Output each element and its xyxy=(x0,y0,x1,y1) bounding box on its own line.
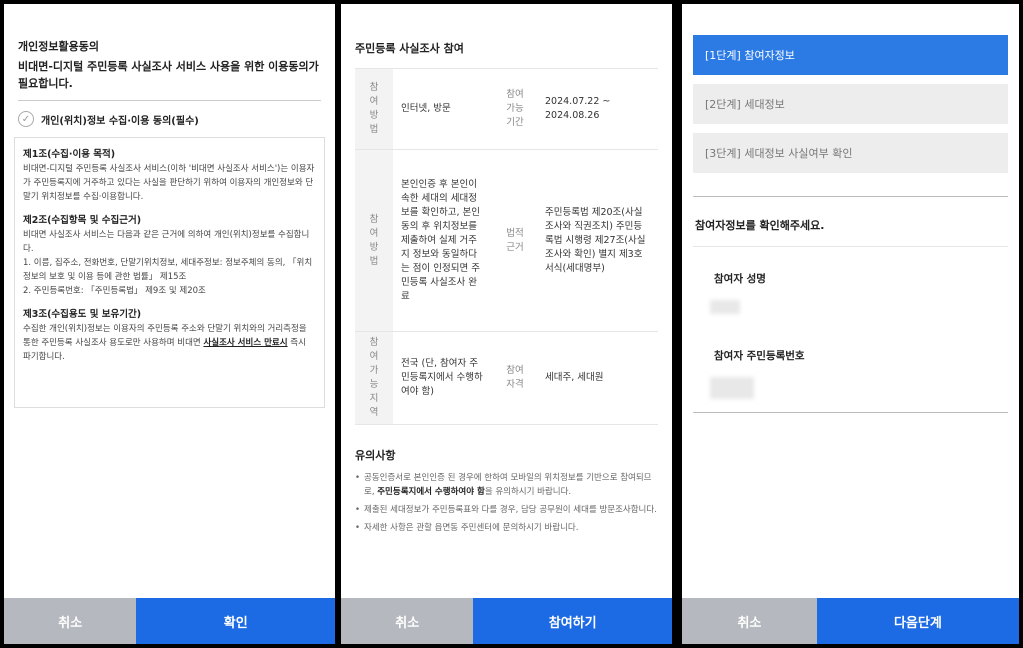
section-title: 제2조(수집항목 및 수집근거) xyxy=(23,215,142,226)
list-item: 제출된 세대정보가 주민등록표와 다를 경우, 담당 공무원이 세대를 방문조사… xyxy=(355,503,658,517)
page-title: 주민등록 사실조사 참여 xyxy=(355,42,464,55)
section-body: 수집한 개인(위치)정보는 이용자의 주민등록 주소와 단말기 위치와의 거리측… xyxy=(23,322,316,364)
participant-info-panel: [1단계] 참여자정보 [2단계] 세대정보 [3단계] 세대정보 사실여부 확… xyxy=(682,4,1019,644)
table-row: 참여방법 본인인증 후 본인이 속한 세대의 세대정보를 확인하고, 본인 동의… xyxy=(355,149,658,332)
confirm-button[interactable]: 확인 xyxy=(136,598,335,644)
table-row: 참여방법 인터넷, 방문 참여가능기간 2024.07.22 ~ 2024.08… xyxy=(355,68,658,150)
section-title: 제3조(수집용도 및 보유기간) xyxy=(23,309,142,320)
section-body: 1. 이름, 집주소, 전화번호, 단말기위치정보, 세대주정보: 정보주체의 … xyxy=(23,258,313,282)
bottom-bar: 취소 참여하기 xyxy=(341,598,672,644)
row-value: 인터넷, 방문 xyxy=(393,68,493,150)
consent-checkbox-row[interactable]: ✓ 개인(위치)정보 수집·이용 동의(필수) xyxy=(4,101,335,127)
terms-box[interactable]: 제1조(수집·이용 목적) 비대면-디지털 주민등록 사실조사 서비스(이하 '… xyxy=(14,137,325,408)
consent-label: 개인(위치)정보 수집·이용 동의(필수) xyxy=(41,115,199,127)
step-2-tab[interactable]: [2단계] 세대정보 xyxy=(693,84,1008,124)
confirm-prompt: 참여자정보를 확인해주세요. xyxy=(695,219,825,232)
section-body: 2. 주민등록번호: 「주민등록법」 제9조 및 제20조 xyxy=(23,286,206,296)
notes-title: 유의사항 xyxy=(355,449,396,462)
row-value: 세대주, 세대원 xyxy=(537,331,658,425)
divider xyxy=(693,412,1008,413)
row-value: 주민등록법 제20조(사실조사와 직권조치) 주민등록법 시행령 제27조(사실… xyxy=(537,149,658,332)
cancel-button[interactable]: 취소 xyxy=(341,598,474,644)
section-title: 제1조(수집·이용 목적) xyxy=(23,149,116,160)
row-label: 참여방법 xyxy=(355,68,393,150)
section-body: 비대면-디지털 주민등록 사실조사 서비스(이하 '비대면 사실조사 서비스')… xyxy=(23,164,315,202)
bottom-bar: 취소 확인 xyxy=(4,598,335,644)
notes-list: 공동인증서로 본인인증 된 경우에 한하여 모바일의 위치정보를 기반으로 참여… xyxy=(341,463,672,535)
step-3-tab[interactable]: [3단계] 세대정보 사실여부 확인 xyxy=(693,133,1008,173)
divider xyxy=(693,246,1008,247)
check-circle-icon[interactable]: ✓ xyxy=(18,111,34,127)
join-button[interactable]: 참여하기 xyxy=(473,598,672,644)
row-value: 전국 (단, 참여자 주민등록지에서 수행하여야 함) xyxy=(393,331,493,425)
participation-panel: 주민등록 사실조사 참여 참여방법 인터넷, 방문 참여가능기간 2024.07… xyxy=(341,4,672,644)
consent-panel: 개인정보활용동의 비대면-디지털 주민등록 사실조사 서비스 사용을 위한 이용… xyxy=(4,4,335,644)
participant-rrn-label: 참여자 주민등록번호 xyxy=(714,350,805,362)
section-body: 비대면 사실조사 서비스는 다음과 같은 근거에 의하여 개인(위치)정보를 수… xyxy=(23,230,310,254)
step-1-tab[interactable]: [1단계] 참여자정보 xyxy=(693,35,1008,75)
list-item: 자세한 사항은 관할 읍면동 주민센터에 문의하시기 바랍니다. xyxy=(355,521,658,535)
participant-rrn-value-blurred xyxy=(710,377,754,399)
info-table: 참여방법 인터넷, 방문 참여가능기간 2024.07.22 ~ 2024.08… xyxy=(355,68,658,425)
row-value: 본인인증 후 본인이 속한 세대의 세대정보를 확인하고, 본인 동의 후 위치… xyxy=(393,149,493,332)
next-step-button[interactable]: 다음단계 xyxy=(816,598,1019,644)
table-row: 참여가능지역 전국 (단, 참여자 주민등록지에서 수행하여야 함) 참여자격 … xyxy=(355,331,658,425)
cancel-button[interactable]: 취소 xyxy=(682,598,817,644)
row-label: 참여가능지역 xyxy=(355,331,393,425)
participant-name-value-blurred xyxy=(710,300,740,314)
section-body-emphasis: 사실조사 서비스 만료시 xyxy=(203,338,288,348)
page-title: 개인정보활용동의 xyxy=(18,40,99,53)
row-label: 참여자격 xyxy=(493,331,537,425)
participant-name-label: 참여자 성명 xyxy=(714,273,766,285)
cancel-button[interactable]: 취소 xyxy=(4,598,137,644)
bottom-bar: 취소 다음단계 xyxy=(682,598,1019,644)
row-label: 참여가능기간 xyxy=(493,68,537,150)
row-label: 참여방법 xyxy=(355,149,393,332)
row-label: 법적근거 xyxy=(493,149,537,332)
consent-header: 개인정보활용동의 비대면-디지털 주민등록 사실조사 서비스 사용을 위한 이용… xyxy=(4,4,335,92)
page-subtitle: 비대면-디지털 주민등록 사실조사 서비스 사용을 위한 이용동의가 필요합니다… xyxy=(18,60,319,90)
list-item: 공동인증서로 본인인증 된 경우에 한하여 모바일의 위치정보를 기반으로 참여… xyxy=(355,471,658,499)
row-value: 2024.07.22 ~ 2024.08.26 xyxy=(537,68,658,150)
